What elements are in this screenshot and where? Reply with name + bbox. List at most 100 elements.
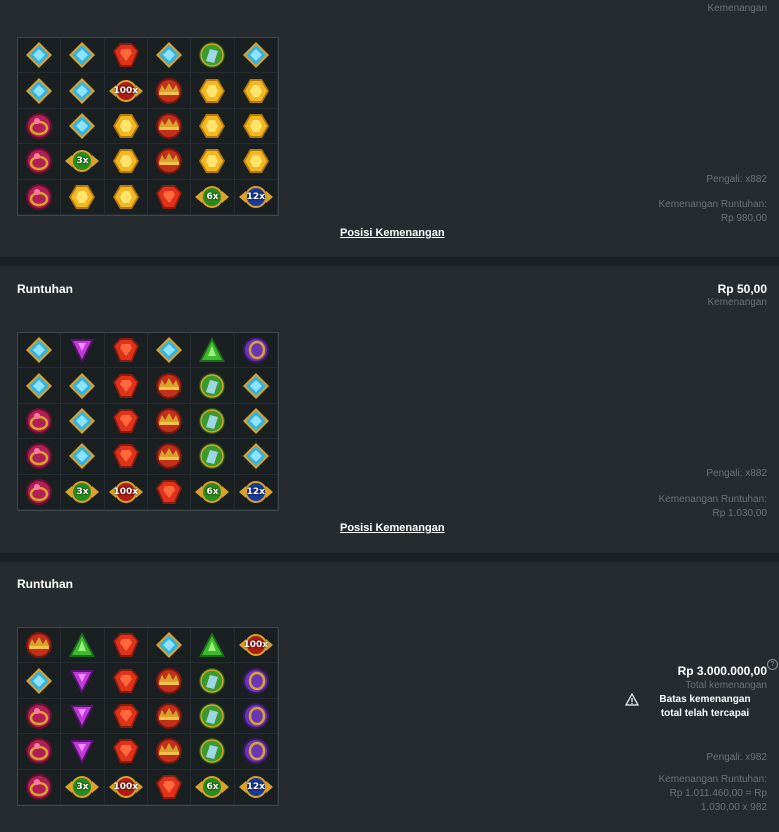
grid-cell xyxy=(18,108,62,145)
gem-red-icon xyxy=(112,737,140,765)
cascade-win-value: Rp 980,00 xyxy=(720,213,767,224)
win-cap-warning: Batas kemenangan total telah tercapai xyxy=(625,693,767,721)
triangle-green-icon xyxy=(68,631,96,659)
gem-red-icon xyxy=(112,336,140,364)
grid-cell xyxy=(191,734,235,770)
grid-cell xyxy=(147,38,192,74)
grid-cell: 100x xyxy=(234,628,278,664)
grid-cell xyxy=(191,73,235,109)
diamond-blue-icon xyxy=(25,41,53,69)
crown-red-icon xyxy=(155,147,183,175)
multiplier-label: 6x xyxy=(206,486,219,497)
total-win-amount: Rp 3.000.000,00 xyxy=(677,664,767,678)
triangle-green-icon xyxy=(198,631,226,659)
triangle-purple-icon xyxy=(68,702,96,730)
win-positions-link[interactable]: Posisi Kemenangan xyxy=(340,227,445,239)
grid-cell xyxy=(147,628,192,664)
diamond-blue-icon xyxy=(242,41,270,69)
grid-cell xyxy=(147,403,192,440)
grid-cell xyxy=(147,698,192,735)
grid-cell xyxy=(191,368,235,404)
multiplier-label: 3x xyxy=(76,486,89,497)
grid-cell xyxy=(104,108,148,145)
grid-cell xyxy=(18,663,62,699)
hexagon-gold-icon xyxy=(112,147,140,175)
grid-cell xyxy=(191,403,235,440)
panel-title: Runtuhan xyxy=(17,577,73,591)
hexagon-gold-icon xyxy=(242,147,270,175)
multiplier-label: 12x xyxy=(246,781,265,792)
cascade-win-label: Kemenangan Runtuhan: xyxy=(658,199,767,210)
hexagon-gold-icon xyxy=(242,77,270,105)
win-label: Kemenangan xyxy=(707,3,768,14)
grid-cell xyxy=(234,333,278,369)
grid-cell xyxy=(104,38,148,74)
grid-cell xyxy=(61,333,105,369)
triangle-purple-icon xyxy=(68,336,96,364)
grid-cell xyxy=(61,108,105,145)
diamond-blue-icon xyxy=(68,41,96,69)
ring-purple-icon xyxy=(242,737,270,765)
grid-cell xyxy=(104,179,148,215)
grid-cell xyxy=(104,734,148,770)
ring-green-icon xyxy=(198,407,226,435)
grid-cell xyxy=(191,439,235,475)
grid-cell xyxy=(18,698,62,735)
ring-pink-icon xyxy=(25,407,53,435)
grid-cell xyxy=(104,439,148,475)
ring-pink-icon xyxy=(25,183,53,211)
grid-cell xyxy=(104,628,148,664)
ring-green-icon xyxy=(198,737,226,765)
grid-cell xyxy=(147,108,192,145)
win-positions-link[interactable]: Posisi Kemenangan xyxy=(340,522,445,534)
grid-cell xyxy=(61,663,105,699)
round-panel-2: Runtuhan Rp 50,00 Kemenangan 3x 100x 6x 12x… xyxy=(0,266,779,553)
multiplier-label: 6x xyxy=(206,191,219,202)
diamond-blue-icon xyxy=(68,407,96,435)
grid-cell: 3x xyxy=(61,144,105,180)
hexagon-gold-icon xyxy=(112,183,140,211)
grid-cell xyxy=(104,663,148,699)
multiplier-label: 12x xyxy=(246,191,265,202)
grid-cell: 100x xyxy=(104,73,148,109)
grid-cell xyxy=(147,769,192,805)
diamond-blue-icon xyxy=(242,372,270,400)
help-icon[interactable]: ? xyxy=(767,659,778,670)
crown-red-icon xyxy=(155,442,183,470)
crown-red-icon xyxy=(155,737,183,765)
ring-pink-icon xyxy=(25,737,53,765)
grid-cell: 12x xyxy=(234,474,278,510)
warning-line-2: total telah tercapai xyxy=(660,708,750,719)
grid-cell xyxy=(61,73,105,109)
ring-pink-icon xyxy=(25,773,53,801)
grid-cell xyxy=(147,73,192,109)
multiplier-text: Pengali: x882 xyxy=(706,174,767,185)
grid-cell xyxy=(234,663,278,699)
gem-red-icon xyxy=(112,372,140,400)
ring-green-icon xyxy=(198,702,226,730)
crown-red-icon xyxy=(155,112,183,140)
multiplier-label: 100x xyxy=(113,781,139,792)
grid-cell xyxy=(191,333,235,369)
grid-cell xyxy=(191,38,235,74)
multiplier-label: 3x xyxy=(76,156,89,167)
grid-cell xyxy=(147,734,192,770)
symbol-grid: 100x 3x 100x 6x 12x xyxy=(17,627,279,806)
grid-cell: 100x xyxy=(104,474,148,510)
grid-cell xyxy=(104,144,148,180)
grid-cell xyxy=(18,769,62,805)
grid-cell: 3x xyxy=(61,474,105,510)
gem-red-icon xyxy=(112,631,140,659)
multiplier-label: 100x xyxy=(243,640,269,651)
diamond-blue-icon xyxy=(68,112,96,140)
round-panel-1: Kemenangan 100x 3x 6x 12x Pengali: x882 Kem… xyxy=(0,0,779,257)
panel-title: Runtuhan xyxy=(17,282,73,296)
grid-cell xyxy=(61,628,105,664)
ring-pink-icon xyxy=(25,442,53,470)
grid-cell xyxy=(18,38,62,74)
grid-cell xyxy=(191,663,235,699)
ring-purple-icon xyxy=(242,336,270,364)
grid-cell xyxy=(18,403,62,440)
crown-red-icon xyxy=(155,77,183,105)
ring-green-icon xyxy=(198,442,226,470)
